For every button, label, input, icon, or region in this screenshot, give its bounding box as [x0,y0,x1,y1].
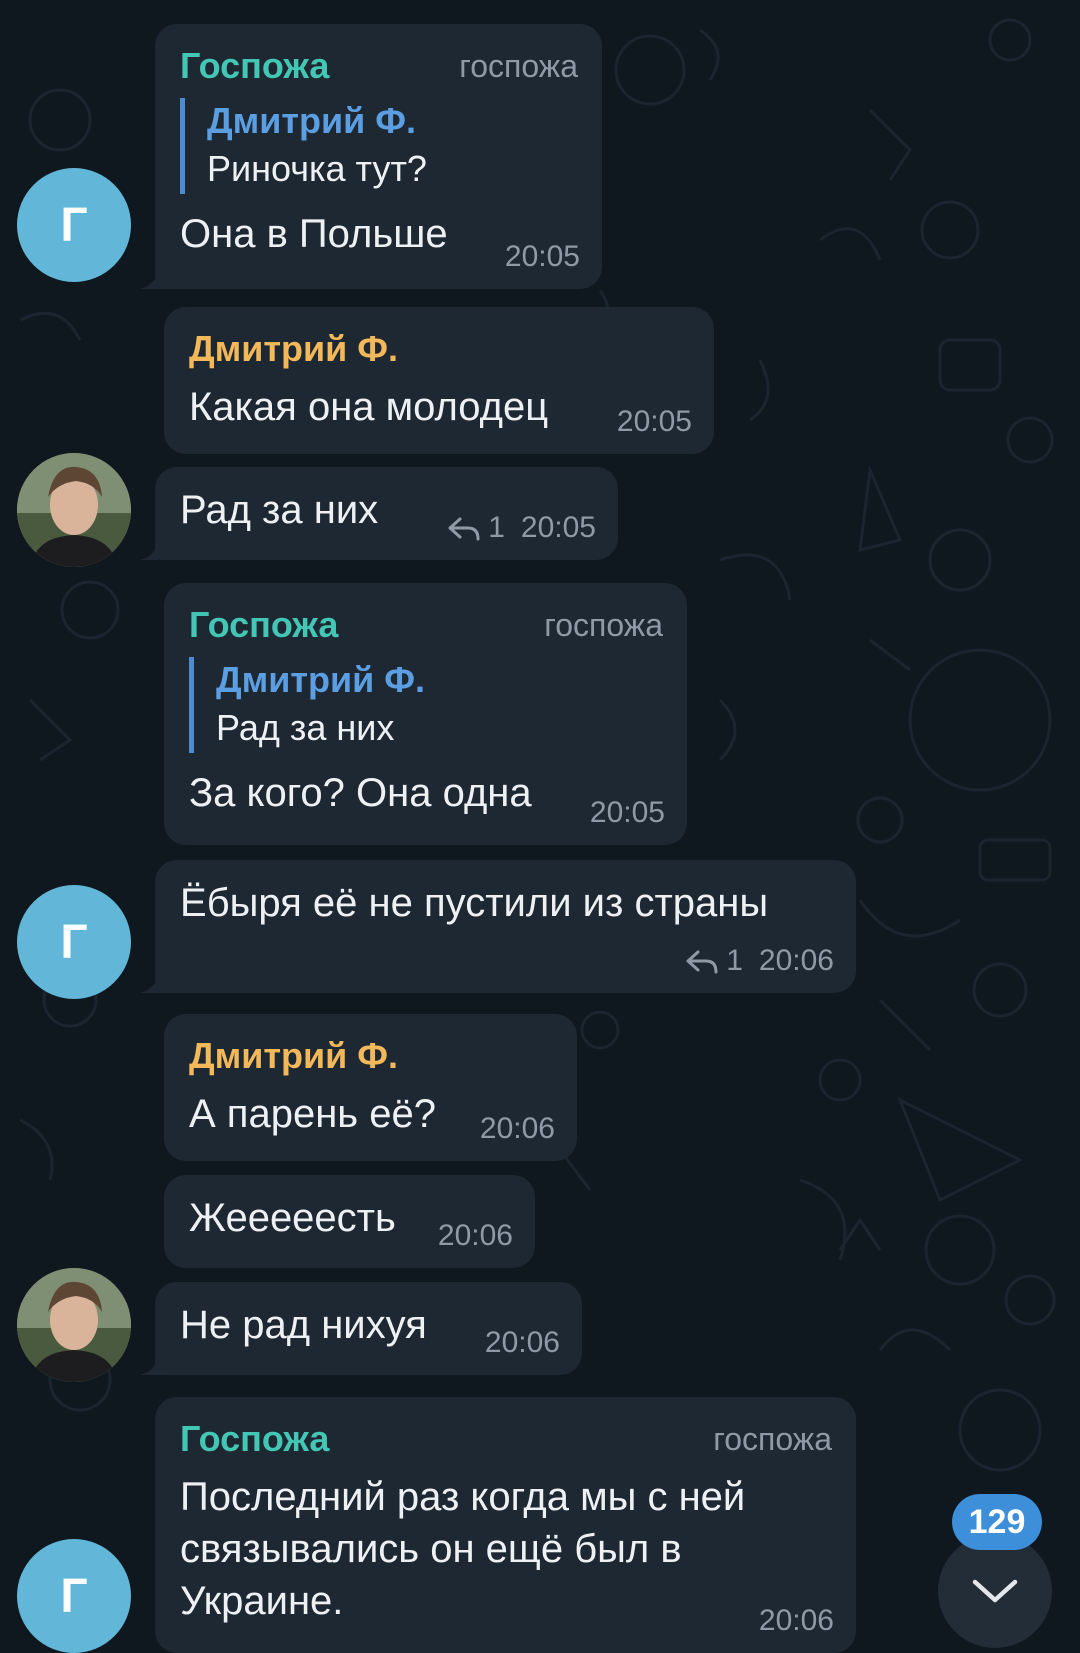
message-time: 20:06 [758,944,834,977]
avatar-photo [17,1268,131,1382]
member-role: госпожа [459,48,578,84]
message-time: 20:05 [616,405,692,438]
bubble-tail [139,1353,159,1375]
message-meta: 20:06 [759,1603,834,1639]
reply-arrow-icon [448,517,480,541]
message-time: 20:05 [504,240,580,273]
message-meta: 1 20:05 [448,510,596,546]
reply-text: Риночка тут? [207,148,427,189]
message-bubble[interactable]: Госпожа госпожа Дмитрий Ф. Риночка тут? … [139,24,602,289]
avatar-initial: Г [60,915,88,969]
message-meta: 20:05 [590,795,665,831]
message-time: 20:06 [484,1326,560,1359]
message-meta: 20:06 [438,1218,513,1254]
message-bubble[interactable]: Дмитрий Ф. Какая она молодец 20:05 [164,307,714,454]
message-time: 20:06 [758,1604,834,1637]
message-bubble[interactable]: Госпожа госпожа Дмитрий Ф. Рад за них За… [164,583,687,845]
message-meta: 20:05 [505,239,580,275]
message-text: Какая она молодец [189,385,549,429]
reply-quote[interactable]: Дмитрий Ф. Риночка тут? [180,98,578,194]
bubble-tail [139,971,159,993]
message-meta: 20:06 [480,1111,555,1147]
message-text: Ёбыря её не пустили из страны [180,881,769,925]
member-role: госпожа [713,1421,832,1457]
sender-avatar[interactable]: Г [17,1539,131,1653]
message-bubble[interactable]: Жееееесть 20:06 [164,1175,535,1268]
message-bubble[interactable]: Дмитрий Ф. А парень её? 20:06 [164,1014,577,1161]
message-bubble[interactable]: Рад за них 1 20:05 [139,467,618,560]
sender-name[interactable]: Дмитрий Ф. [189,1034,553,1078]
sender-name[interactable]: Дмитрий Ф. [189,327,690,371]
avatar-photo [17,453,131,567]
sender-avatar[interactable]: Г [17,885,131,999]
sender-avatar[interactable] [17,1268,131,1382]
avatar-initial: Г [60,1569,88,1623]
reply-author: Дмитрий Ф. [207,100,417,141]
scroll-down-button[interactable] [938,1534,1052,1648]
message-time: 20:06 [479,1112,555,1145]
message-time: 20:06 [437,1219,513,1252]
message-meta: 1 20:06 [686,943,834,979]
reply-count[interactable]: 1 [488,511,505,544]
chat-view[interactable]: Г Госпожа госпожа Дмитрий Ф. Риночка тут… [0,0,1080,1653]
message-bubble[interactable]: Ёбыря её не пустили из страны 1 20:06 [139,860,856,993]
bubble-tail [139,267,159,289]
message-time: 20:05 [589,796,665,829]
message-text: Последний раз когда мы с ней связывались… [180,1475,746,1623]
reply-arrow-icon [686,950,718,974]
reply-quote[interactable]: Дмитрий Ф. Рад за них [189,657,663,753]
avatar-initial: Г [60,198,88,252]
message-meta: 20:06 [485,1325,560,1361]
sender-avatar[interactable]: Г [17,168,131,282]
message-meta: 20:05 [617,404,692,440]
reply-author: Дмитрий Ф. [216,659,426,700]
message-bubble[interactable]: Не рад нихуя 20:06 [139,1282,582,1375]
chevron-down-icon [972,1579,1018,1603]
sender-avatar[interactable] [17,453,131,567]
member-role: госпожа [544,607,663,643]
unread-count-badge[interactable]: 129 [952,1494,1042,1550]
reply-count[interactable]: 1 [726,944,743,977]
message-time: 20:05 [520,511,596,544]
bubble-tail [139,538,159,560]
message-bubble[interactable]: Госпожа госпожа Последний раз когда мы с… [155,1397,856,1653]
reply-text: Рад за них [216,707,395,748]
